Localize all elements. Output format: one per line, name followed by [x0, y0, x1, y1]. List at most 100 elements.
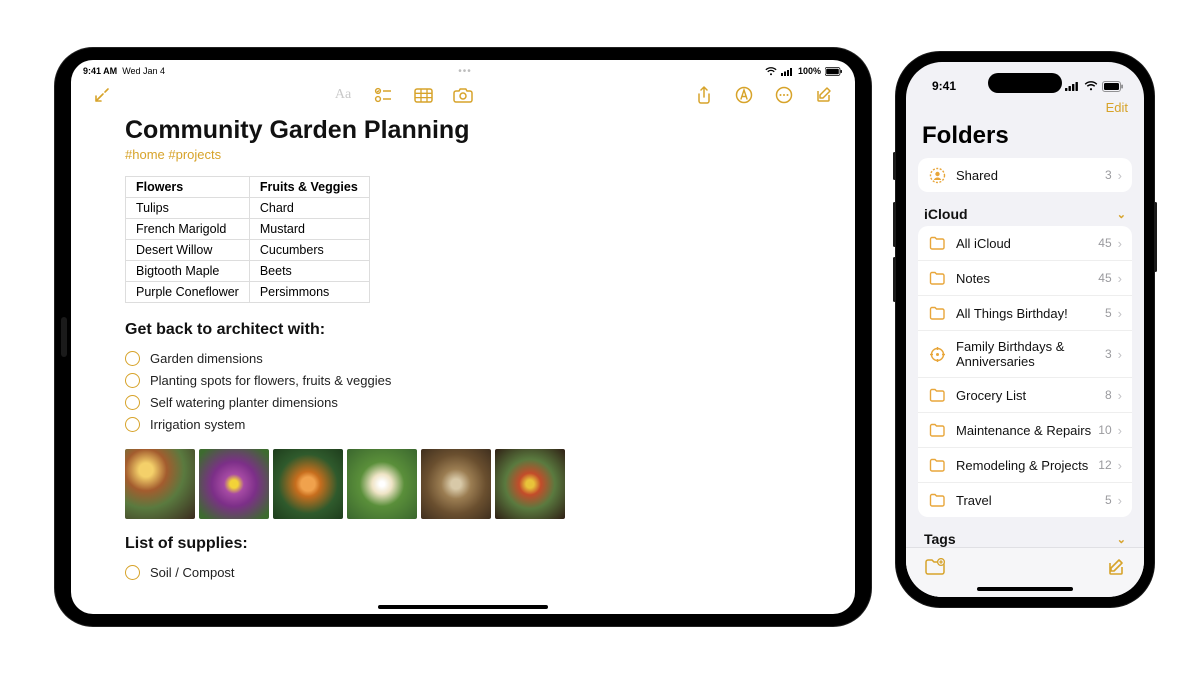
folder-row[interactable]: Grocery List8› [918, 378, 1132, 413]
checkbox-icon[interactable] [125, 417, 140, 432]
table-cell[interactable]: Persimmons [249, 282, 369, 303]
text-format-icon[interactable]: Aa [328, 83, 358, 107]
note-hashtags[interactable]: #home #projects [125, 147, 801, 162]
folder-row[interactable]: Family Birthdays & Anniversaries3› [918, 331, 1132, 378]
table-row[interactable]: Desert WillowCucumbers [126, 240, 370, 261]
section-heading[interactable]: List of supplies: [125, 535, 801, 553]
checkbox-icon[interactable] [125, 373, 140, 388]
table-cell[interactable]: Desert Willow [126, 240, 250, 261]
shared-folder-icon [928, 166, 946, 184]
chevron-down-icon: ⌄ [1117, 533, 1126, 546]
shared-section: Shared 3 › [918, 158, 1132, 192]
checkbox-icon[interactable] [125, 395, 140, 410]
folder-row[interactable]: Maintenance & Repairs10› [918, 413, 1132, 448]
table-row[interactable]: Bigtooth MapleBeets [126, 261, 370, 282]
checklist[interactable]: Soil / Compost [125, 561, 801, 583]
table-cell[interactable]: Cucumbers [249, 240, 369, 261]
nav-bar: Edit [906, 98, 1144, 122]
folder-count: 45 [1098, 271, 1111, 285]
section-header-icloud[interactable]: iCloud ⌄ [906, 202, 1144, 226]
attachment-thumbnail[interactable] [125, 449, 195, 519]
checklist-label: Soil / Compost [150, 565, 235, 580]
collapse-sidebar-icon[interactable] [87, 83, 117, 107]
image-attachments[interactable] [125, 449, 801, 519]
chevron-right-icon: › [1118, 271, 1122, 286]
folder-row[interactable]: Notes45› [918, 261, 1132, 296]
multitask-dots-icon[interactable]: ••• [165, 66, 765, 77]
section-label: iCloud [924, 206, 968, 222]
folder-label: Remodeling & Projects [956, 458, 1098, 473]
attachment-thumbnail[interactable] [495, 449, 565, 519]
checklist-item[interactable]: Soil / Compost [125, 561, 801, 583]
table-cell[interactable]: Beets [249, 261, 369, 282]
table-cell[interactable]: Tulips [126, 198, 250, 219]
folder-row[interactable]: Remodeling & Projects12› [918, 448, 1132, 483]
table-header[interactable]: Flowers [126, 177, 250, 198]
table-cell[interactable]: Chard [249, 198, 369, 219]
table-cell[interactable]: Mustard [249, 219, 369, 240]
ipad-camera [61, 317, 67, 357]
compose-icon[interactable] [809, 83, 839, 107]
folder-count: 5 [1105, 493, 1112, 507]
note-table[interactable]: FlowersFruits & Veggies TulipsChardFrenc… [125, 176, 370, 303]
checkbox-icon[interactable] [125, 351, 140, 366]
dynamic-island [988, 73, 1062, 93]
edit-button[interactable]: Edit [1106, 100, 1128, 122]
checklist-label: Planting spots for flowers, fruits & veg… [150, 373, 391, 388]
compose-icon[interactable] [1106, 557, 1126, 577]
folder-label: All Things Birthday! [956, 306, 1105, 321]
folder-count: 3 [1105, 347, 1112, 361]
chevron-right-icon: › [1118, 493, 1122, 508]
checklist-item[interactable]: Irrigation system [125, 413, 801, 435]
table-cell[interactable]: Purple Coneflower [126, 282, 250, 303]
note-content[interactable]: Community Garden Planning #home #project… [71, 114, 855, 614]
status-date: Wed Jan 4 [122, 66, 165, 76]
folder-label: All iCloud [956, 236, 1098, 251]
table-icon[interactable] [408, 83, 438, 107]
checklist-item[interactable]: Planting spots for flowers, fruits & veg… [125, 369, 801, 391]
folder-icon [928, 421, 946, 439]
chevron-right-icon: › [1118, 236, 1122, 251]
folder-row[interactable]: All iCloud45 › [918, 226, 1132, 261]
folder-count: 5 [1105, 306, 1112, 320]
checklist-item[interactable]: Self watering planter dimensions [125, 391, 801, 413]
table-header[interactable]: Fruits & Veggies [249, 177, 369, 198]
table-row[interactable]: French MarigoldMustard [126, 219, 370, 240]
attachment-thumbnail[interactable] [347, 449, 417, 519]
more-icon[interactable] [769, 83, 799, 107]
folder-row-shared[interactable]: Shared 3 › [918, 158, 1132, 192]
iphone-device-frame: 9:41 Edit Folders Shared 3 › iCloud [896, 52, 1154, 607]
markup-icon[interactable] [729, 83, 759, 107]
wifi-icon [1084, 81, 1098, 91]
folder-row[interactable]: All Things Birthday!5› [918, 296, 1132, 331]
checklist-icon[interactable] [368, 83, 398, 107]
home-indicator[interactable] [378, 605, 548, 609]
camera-icon[interactable] [448, 83, 478, 107]
home-indicator[interactable] [977, 587, 1073, 591]
folder-icon [928, 386, 946, 404]
notes-toolbar: Aa [71, 78, 855, 114]
attachment-thumbnail[interactable] [199, 449, 269, 519]
attachment-thumbnail[interactable] [273, 449, 343, 519]
checklist[interactable]: Garden dimensions Planting spots for flow… [125, 347, 801, 435]
section-heading[interactable]: Get back to architect with: [125, 321, 801, 339]
chevron-down-icon: ⌄ [1117, 208, 1126, 221]
folder-label: Shared [956, 168, 1105, 183]
table-cell[interactable]: Bigtooth Maple [126, 261, 250, 282]
table-row[interactable]: Purple ConeflowerPersimmons [126, 282, 370, 303]
folder-label: Maintenance & Repairs [956, 423, 1098, 438]
folder-icon [928, 304, 946, 322]
folder-count: 12 [1098, 458, 1111, 472]
checkbox-icon[interactable] [125, 565, 140, 580]
attachment-thumbnail[interactable] [421, 449, 491, 519]
table-row[interactable]: TulipsChard [126, 198, 370, 219]
share-icon[interactable] [689, 83, 719, 107]
note-title[interactable]: Community Garden Planning [125, 116, 801, 145]
folder-row[interactable]: Travel5 › [918, 483, 1132, 517]
checklist-item[interactable]: Garden dimensions [125, 347, 801, 369]
table-cell[interactable]: French Marigold [126, 219, 250, 240]
folder-count: 45 [1098, 236, 1111, 250]
folders-list: All iCloud45›Notes45›All Things Birthday… [918, 226, 1132, 517]
new-folder-icon[interactable] [924, 558, 946, 576]
folder-label: Travel [956, 493, 1105, 508]
